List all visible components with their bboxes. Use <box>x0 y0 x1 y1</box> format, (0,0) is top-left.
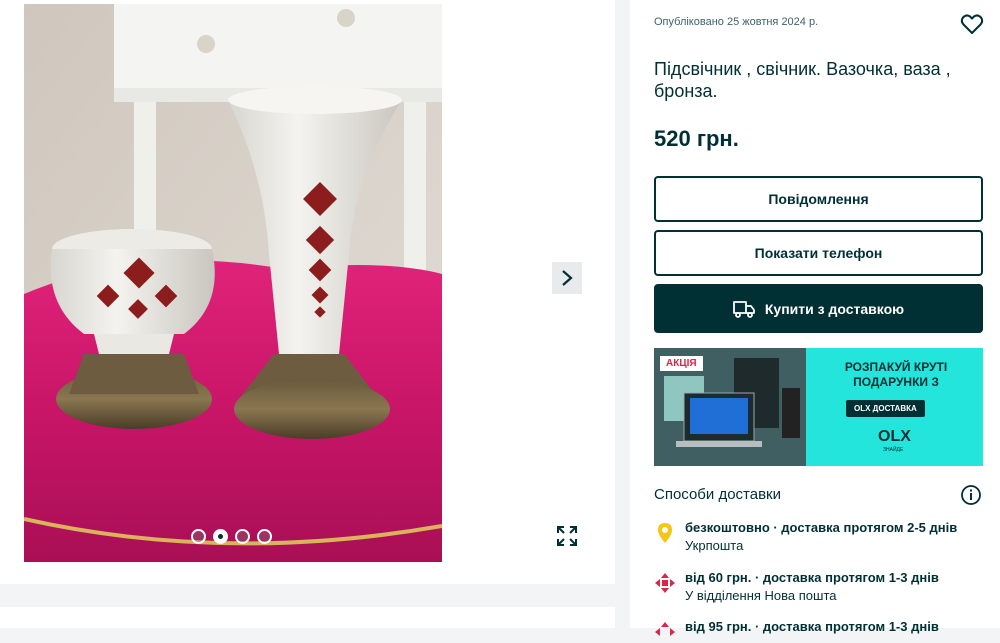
olx-logo-sub: ЗНАЙДЕ <box>883 447 904 453</box>
message-button[interactable]: Повідомлення <box>654 176 983 222</box>
info-icon <box>961 485 981 505</box>
heart-icon <box>960 14 984 34</box>
banner-products: АКЦІЯ <box>654 348 806 466</box>
show-phone-button-label: Показати телефон <box>754 245 883 261</box>
delivery-option-carrier: Укрпошта <box>685 538 744 553</box>
delivery-option-price: від 60 грн. · доставка протягом 1-3 днів <box>685 570 939 585</box>
show-phone-button[interactable]: Показати телефон <box>654 230 983 276</box>
delivery-option-carrier: У відділення Нова пошта <box>685 588 837 603</box>
gallery-dot-1[interactable] <box>191 529 206 544</box>
banner-olx-delivery-button: OLX ДОСТАВКА <box>846 400 925 417</box>
delivery-heading: Способи доставки <box>654 486 781 503</box>
fullscreen-button[interactable] <box>552 520 582 552</box>
gallery-next-button[interactable] <box>552 262 582 294</box>
listing-photo[interactable] <box>24 4 442 562</box>
nova-poshta-icon <box>655 573 675 593</box>
gallery-dot-2[interactable] <box>213 529 228 544</box>
photo-illustration <box>24 4 442 562</box>
promo-badge: АКЦІЯ <box>660 356 703 371</box>
promo-banner[interactable]: АКЦІЯ РОЗПАКУЙ КРУТІ ПОДАРУНКИ З OLX ДОС… <box>654 348 983 466</box>
delivery-option-price: від 95 грн. · доставка протягом 1-3 днів <box>685 619 939 634</box>
banner-headline-line-2: ПОДАРУНКИ З <box>853 375 939 389</box>
delivery-info-button[interactable] <box>960 484 982 511</box>
buy-with-delivery-button[interactable]: Купити з доставкою <box>654 284 983 333</box>
expand-icon <box>557 526 577 546</box>
gallery-dot-4[interactable] <box>257 529 272 544</box>
published-date: Опубліковано 25 жовтня 2024 р. <box>654 16 819 28</box>
listing-title: Підсвічник , свічник. Вазочка, ваза , бр… <box>654 59 951 101</box>
listing-sidebar: Опубліковано 25 жовтня 2024 р. Підсвічни… <box>630 0 1000 636</box>
gallery-pagination <box>191 529 272 544</box>
buy-with-delivery-label: Купити з доставкою <box>764 300 905 317</box>
ukrposhta-icon <box>658 523 672 543</box>
favorite-button[interactable] <box>960 12 984 36</box>
banner-headline: РОЗПАКУЙ КРУТІ ПОДАРУНКИ З <box>816 360 976 390</box>
message-button-label: Повідомлення <box>768 191 869 207</box>
gallery-dot-3[interactable] <box>235 529 250 544</box>
banner-headline-line-1: РОЗПАКУЙ КРУТІ <box>844 360 948 374</box>
delivery-truck-icon <box>732 300 755 318</box>
nova-poshta-icon <box>655 622 675 636</box>
olx-logo: OLX <box>878 428 911 445</box>
chevron-right-icon <box>562 270 573 286</box>
banner-text-panel: РОЗПАКУЙ КРУТІ ПОДАРУНКИ З OLX ДОСТАВКА … <box>806 348 983 466</box>
description-panel <box>0 607 615 628</box>
delivery-option-price: безкоштовно · доставка протягом 2-5 днів <box>685 520 958 535</box>
listing-price: 520 грн. <box>654 126 739 151</box>
gallery-panel <box>0 0 615 584</box>
